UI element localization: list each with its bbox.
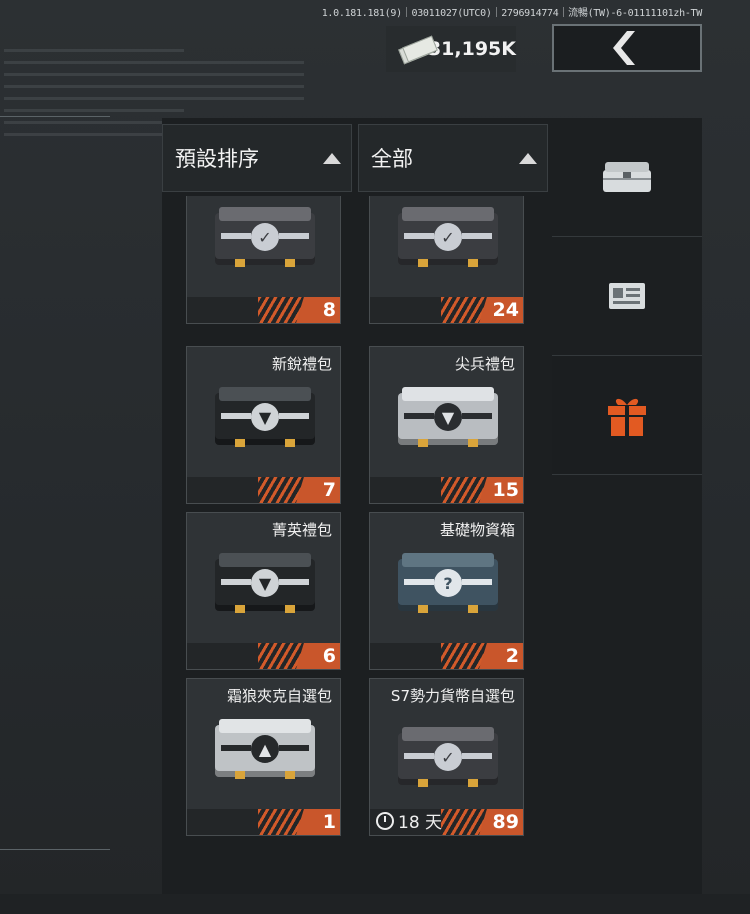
item-card[interactable]: ✓ 24 [369, 196, 524, 324]
sort-label: 預設排序 [175, 147, 259, 171]
card-icon [609, 283, 645, 309]
inventory-screen: 1.0.181.181(9)｜03011027(UTC0)｜2796914774… [0, 0, 750, 914]
currency-display[interactable]: 31,195K [386, 26, 516, 72]
category-sidebar [552, 118, 702, 475]
crate-image: ✓ [215, 207, 315, 269]
item-card[interactable]: S7勢力貨幣自選包 ✓ 18 天 89 [369, 678, 524, 836]
crate-image: ▲ [215, 719, 315, 781]
item-name: 霜狼夾克自選包 [226, 687, 332, 705]
divider [0, 849, 110, 850]
item-count: 8 [322, 299, 336, 321]
currency-amount: 31,195K [427, 38, 516, 60]
item-name: 新銳禮包 [271, 355, 332, 373]
item-card[interactable]: 菁英禮包 ▼ 6 [186, 512, 341, 670]
item-card[interactable]: 基礎物資箱? 2 [369, 512, 524, 670]
item-count: 15 [492, 479, 519, 501]
chest-icon [603, 162, 651, 192]
item-count: 1 [322, 811, 336, 833]
filter-dropdown[interactable]: 全部 [358, 124, 548, 192]
expiry-text: 18 天 [398, 813, 443, 833]
divider [0, 116, 110, 117]
clock-icon [376, 811, 394, 830]
item-count: 7 [322, 479, 336, 501]
expiry-timer: 18 天 [376, 808, 442, 833]
item-card[interactable]: 新銳禮包 ▼ 7 [186, 346, 341, 504]
item-name: 菁英禮包 [271, 521, 332, 539]
cash-icon [396, 35, 438, 65]
item-name: S7勢力貨幣自選包 [390, 687, 515, 705]
item-name: 尖兵禮包 [454, 355, 515, 373]
item-count: 6 [322, 645, 336, 667]
chevron-left-icon [613, 31, 635, 65]
gift-icon [608, 398, 646, 436]
sidebar-item-gifts[interactable] [552, 356, 702, 475]
bottom-bar [0, 894, 750, 914]
sort-dropdown[interactable]: 預設排序 [162, 124, 352, 192]
crate-image: ▼ [215, 553, 315, 615]
item-count: 24 [492, 299, 519, 321]
item-card[interactable]: 尖兵禮包 ▼ 15 [369, 346, 524, 504]
item-grid[interactable]: ✓ 8 ✓ 24 新銳禮包 ▼ 7 尖兵禮包 ▼ 15 菁英禮包 ▼ 6 基礎物資箱? 2 霜狼夾克自選包 ▲ 1… [162, 196, 552, 894]
sidebar-item-chests[interactable] [552, 118, 702, 237]
build-info: 1.0.181.181(9)｜03011027(UTC0)｜2796914774… [321, 8, 703, 19]
item-count: 89 [492, 811, 519, 833]
triangle-up-icon [519, 152, 537, 164]
item-card[interactable]: 霜狼夾克自選包 ▲ 1 [186, 678, 341, 836]
crate-image: ✓ [398, 207, 498, 269]
crate-image: ? [398, 553, 498, 615]
crate-image: ✓ [398, 727, 498, 789]
back-button[interactable] [552, 24, 702, 72]
item-card[interactable]: ✓ 8 [186, 196, 341, 324]
sidebar-item-cards[interactable] [552, 237, 702, 356]
item-name: 基礎物資箱 [439, 521, 515, 539]
triangle-up-icon [323, 152, 341, 164]
crate-image: ▼ [215, 387, 315, 449]
crate-image: ▼ [398, 387, 498, 449]
filter-label: 全部 [371, 147, 413, 171]
item-count: 2 [505, 645, 519, 667]
